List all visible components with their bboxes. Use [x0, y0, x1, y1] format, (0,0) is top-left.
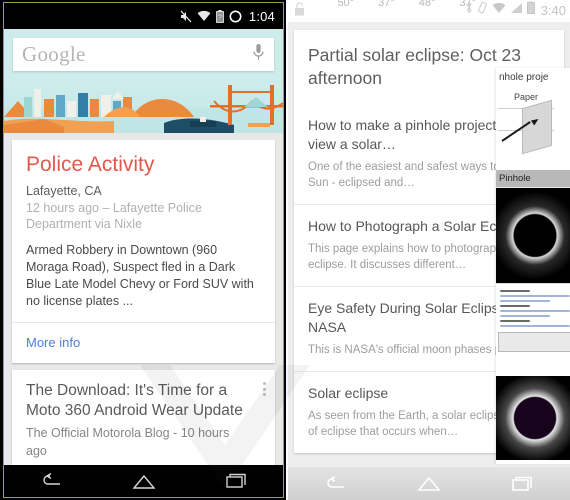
microphone-icon[interactable] — [252, 43, 265, 66]
wifi-icon — [492, 1, 506, 19]
vibrate-icon — [477, 1, 488, 19]
battery-icon: ? — [215, 9, 224, 23]
temp-value: 50° — [337, 0, 355, 9]
signal-icon — [510, 1, 523, 19]
back-icon[interactable] — [312, 467, 358, 500]
card-the-download[interactable]: The Download: It's Time for a Moto 360 A… — [12, 370, 275, 469]
battery-icon — [526, 1, 535, 19]
screenshot-stage: ? 1:04 Google Police Activity Lafayette,… — [0, 0, 570, 500]
thumbnail-corona-photo[interactable] — [496, 376, 570, 460]
recents-icon[interactable] — [500, 467, 546, 500]
recents-icon[interactable] — [215, 465, 259, 497]
wifi-icon — [197, 10, 211, 22]
left-google-now-feed[interactable]: Google Police Activity Lafayette, CA 12 … — [4, 29, 283, 469]
right-status-clock: 3:40 — [540, 2, 566, 18]
thumbnail-preview-strip[interactable]: nhole proje Paper Pinhole — [496, 68, 570, 464]
police-activity-body: Armed Robbery in Downtown (960 Moraga Ro… — [26, 243, 254, 308]
paper-graphic — [522, 99, 552, 155]
temp-value: 37° — [378, 0, 395, 9]
home-icon[interactable] — [122, 465, 166, 497]
police-activity-meta: 12 hours ago – Lafayette Police Departme… — [26, 201, 202, 231]
pinhole-label: Pinhole — [499, 173, 531, 184]
download-card-source: The Official Motorola Blog - 10 hours ag… — [26, 426, 230, 458]
skyline-graphic — [4, 85, 283, 133]
police-activity-location: Lafayette, CA — [26, 184, 102, 198]
mute-icon — [180, 10, 192, 23]
right-status-icons: 3:40 — [465, 1, 566, 19]
home-icon[interactable] — [406, 467, 452, 500]
right-navigation-bar — [288, 467, 570, 500]
back-icon[interactable] — [29, 465, 73, 497]
more-info-link[interactable]: More info — [26, 323, 261, 363]
pinhole-thumb-header: nhole proje — [499, 72, 549, 83]
left-status-clock: 1:04 — [248, 8, 275, 24]
thumbnail-eclipse-photo[interactable] — [496, 188, 570, 284]
left-navigation-bar — [4, 465, 283, 497]
paper-label: Paper — [514, 92, 539, 102]
left-phone-viewport: ? 1:04 Google Police Activity Lafayette,… — [3, 2, 284, 498]
thumbnail-pinhole-diagram[interactable]: nhole proje Paper Pinhole — [496, 68, 570, 188]
left-phone-screen: ? 1:04 Google Police Activity Lafayette,… — [0, 0, 288, 500]
right-google-now-feed[interactable]: Partial solar eclipse: Oct 23 afternoon … — [288, 22, 570, 467]
overflow-menu-icon[interactable] — [263, 382, 266, 396]
download-card-title: The Download: It's Time for a Moto 360 A… — [26, 382, 243, 419]
google-logo: Google — [22, 42, 86, 66]
svg-text:?: ? — [218, 14, 222, 21]
bluetooth-icon — [465, 1, 473, 19]
left-status-bar: ? 1:04 — [4, 3, 283, 29]
pinhole-caption-bar: Pinhole — [496, 170, 570, 187]
circle-icon — [229, 10, 242, 23]
police-activity-title: Police Activity — [26, 153, 155, 176]
thumbnail-document-page[interactable] — [496, 284, 570, 376]
right-status-bar: 50° 37° 48° 37° 3:40 — [288, 0, 570, 22]
temp-value: 48° — [418, 0, 436, 9]
right-phone-screen: 50° 37° 48° 37° 3:40 Partial solar eclip… — [288, 0, 570, 500]
card-police-activity[interactable]: Police Activity Lafayette, CA 12 hours a… — [12, 140, 275, 363]
san-francisco-illustration: Google — [4, 29, 283, 133]
google-search-bar[interactable]: Google — [13, 38, 274, 71]
